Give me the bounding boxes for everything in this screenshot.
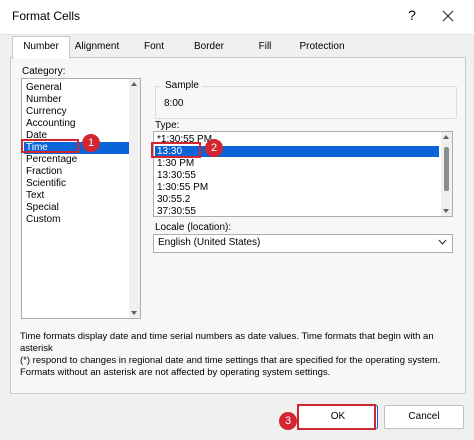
category-label: Category: xyxy=(22,66,66,77)
tab-alignment[interactable]: Alignment xyxy=(70,37,124,57)
category-item-special[interactable]: Special xyxy=(24,202,59,214)
format-description: Time formats display date and time seria… xyxy=(20,331,460,379)
type-item[interactable]: 30:55.2 xyxy=(155,194,190,205)
type-label: Type: xyxy=(155,120,180,131)
chevron-down-icon xyxy=(438,239,447,245)
annotation-highlight xyxy=(151,142,201,158)
category-item-fraction[interactable]: Fraction xyxy=(24,166,62,178)
scroll-down-icon[interactable] xyxy=(443,209,449,213)
close-icon[interactable] xyxy=(440,8,456,24)
sample-value: 8:00 xyxy=(164,98,184,109)
locale-value: English (United States) xyxy=(158,237,261,248)
cancel-button[interactable]: Cancel xyxy=(384,405,464,429)
tab-font[interactable]: Font xyxy=(134,37,174,57)
window-title: Format Cells xyxy=(12,9,81,23)
tab-number[interactable]: Number xyxy=(12,36,70,59)
category-item-custom[interactable]: Custom xyxy=(24,214,60,226)
category-item-percentage[interactable]: Percentage xyxy=(24,154,77,166)
annotation-highlight xyxy=(297,404,376,430)
type-scrollbar[interactable] xyxy=(441,132,452,216)
help-button[interactable]: ? xyxy=(404,7,420,23)
category-scrollbar[interactable] xyxy=(129,79,140,318)
scroll-thumb[interactable] xyxy=(444,147,449,191)
type-item[interactable]: 37:30:55 xyxy=(155,206,196,216)
tab-protection[interactable]: Protection xyxy=(294,37,350,57)
category-item-number[interactable]: Number xyxy=(24,94,62,106)
annotation-badge: 1 xyxy=(82,134,100,152)
category-item-accounting[interactable]: Accounting xyxy=(24,118,75,130)
annotation-highlight xyxy=(21,139,79,153)
category-item-general[interactable]: General xyxy=(24,82,62,94)
tab-border[interactable]: Border xyxy=(186,37,232,57)
scroll-down-icon[interactable] xyxy=(131,311,137,315)
category-item-text[interactable]: Text xyxy=(24,190,44,202)
sample-label: Sample xyxy=(162,80,202,91)
locale-select[interactable]: English (United States) xyxy=(153,234,453,253)
type-item[interactable]: 1:30:55 PM xyxy=(155,182,208,193)
tab-fill[interactable]: Fill xyxy=(250,37,280,57)
locale-label: Locale (location): xyxy=(155,222,232,233)
description-line: (*) respond to changes in regional date … xyxy=(20,355,441,366)
type-item[interactable]: 1:30 PM xyxy=(155,158,194,169)
description-line: Formats without an asterisk are not affe… xyxy=(20,367,331,378)
annotation-badge: 3 xyxy=(279,412,297,430)
category-item-currency[interactable]: Currency xyxy=(24,106,67,118)
category-item-scientific[interactable]: Scientific xyxy=(24,178,66,190)
annotation-badge: 2 xyxy=(205,139,223,157)
description-line: Time formats display date and time seria… xyxy=(20,331,434,354)
scroll-up-icon[interactable] xyxy=(131,82,137,86)
scroll-up-icon[interactable] xyxy=(443,135,449,139)
type-item[interactable]: 13:30:55 xyxy=(155,170,196,181)
category-list[interactable]: General Number Currency Accounting Date … xyxy=(21,78,141,319)
